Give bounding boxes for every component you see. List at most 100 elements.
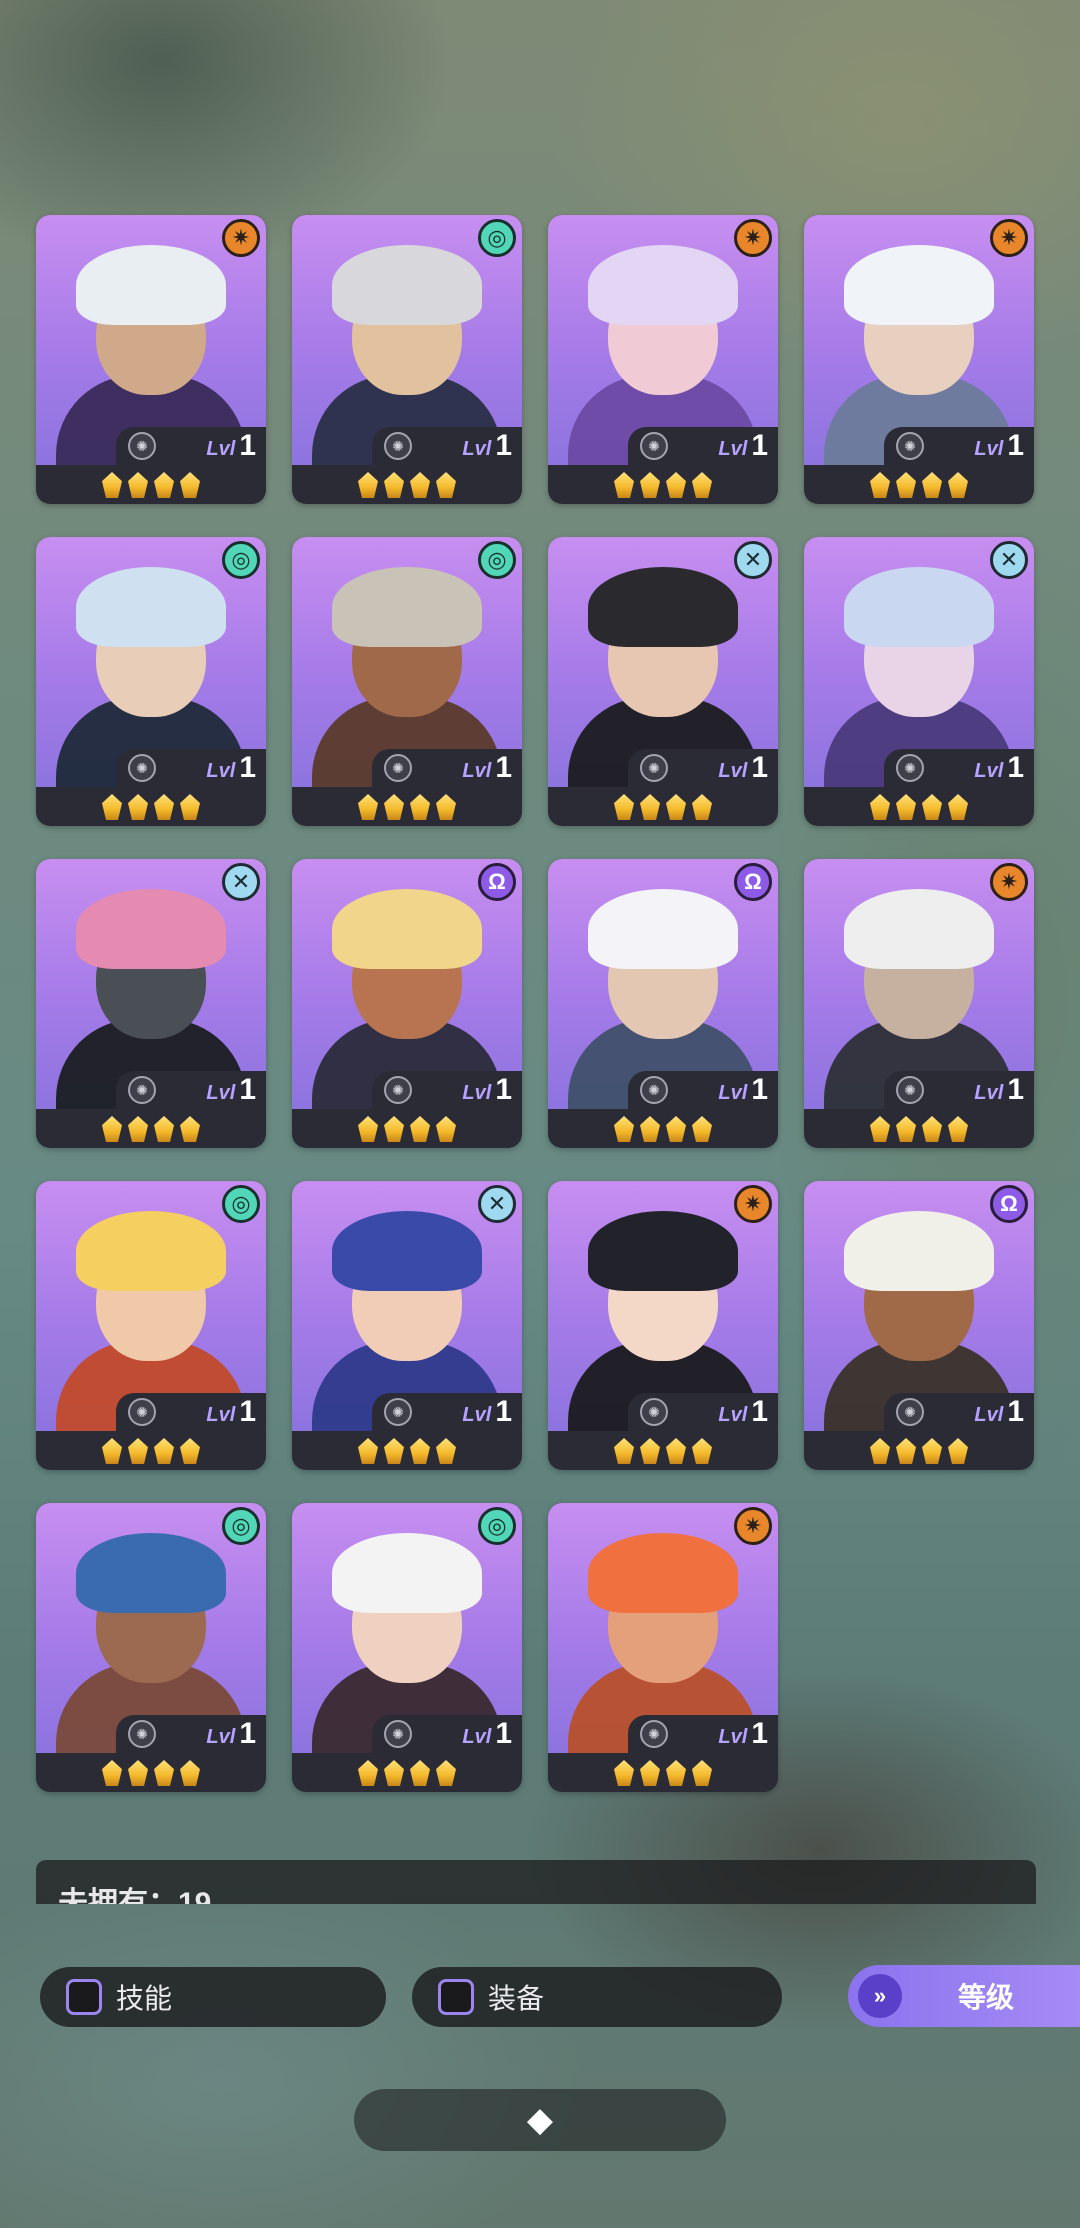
hero-card[interactable]: ✷ ✺ Lvl 1 [804,215,1034,504]
class-wheel-icon: ✺ [384,754,412,782]
hero-card[interactable]: ✕ ✺ Lvl 1 [36,859,266,1148]
star-icon [128,1438,148,1464]
star-icon [666,1760,686,1786]
star-rating [548,467,778,503]
hero-card[interactable]: ✕ ✺ Lvl 1 [804,537,1034,826]
hero-figure-hair [588,1533,738,1613]
star-icon [948,1438,968,1464]
equipment-filter-toggle[interactable]: 装备 [412,1967,782,2027]
hero-card[interactable]: ✷ ✺ Lvl 1 [548,215,778,504]
hero-level: Lvl 1 [462,1395,512,1429]
star-icon [692,472,712,498]
hero-card[interactable]: ◎ ✺ Lvl 1 [36,537,266,826]
swirl-icon: ◎ [478,541,516,579]
star-rating [548,1433,778,1469]
star-icon [154,472,174,498]
hero-card[interactable]: ✷ ✺ Lvl 1 [548,1503,778,1792]
hero-card[interactable]: ✕ ✺ Lvl 1 [548,537,778,826]
equipment-checkbox[interactable] [438,1979,474,2015]
level-prefix: Lvl [718,1726,748,1748]
level-number: 1 [751,751,768,784]
star-icon [102,1438,122,1464]
star-icon [922,1116,942,1142]
star-icon [666,472,686,498]
star-icon [640,1438,660,1464]
star-icon [410,794,430,820]
star-icon [358,794,378,820]
level-prefix: Lvl [206,1726,236,1748]
level-plate: ✺ Lvl 1 [372,1071,522,1109]
level-number: 1 [495,1395,512,1428]
hero-card[interactable]: Ω ✺ Lvl 1 [804,1181,1034,1470]
hero-card[interactable]: ◎ ✺ Lvl 1 [292,537,522,826]
hero-card[interactable]: ✷ ✺ Lvl 1 [804,859,1034,1148]
hero-card[interactable]: ✷ ✺ Lvl 1 [36,215,266,504]
hero-grid: ✷ ✺ Lvl 1 ◎ ✺ Lvl 1 ✷ ✺ Lvl 1 ✷ ✺ Lvl 1 ◎ ✺ Lvl 1 ◎ ✺ Lvl 1 ✕ ✺ Lv… [36,215,1036,1795]
swirl-icon: ◎ [222,1507,260,1545]
star-icon [102,794,122,820]
star-rating [36,789,266,825]
level-number: 1 [239,751,256,784]
hero-level: Lvl 1 [974,1395,1024,1429]
star-icon [384,1438,404,1464]
hero-figure-hair [332,1211,482,1291]
star-icon [180,1760,200,1786]
star-icon [870,472,890,498]
level-prefix: Lvl [974,1404,1004,1426]
level-prefix: Lvl [974,760,1004,782]
star-icon [410,472,430,498]
star-icon [384,1760,404,1786]
bottom-menu-pill[interactable]: ◆ [354,2089,726,2151]
cross-icon: ✕ [734,541,772,579]
omega-icon: Ω [478,863,516,901]
class-wheel-icon: ✺ [896,1076,924,1104]
diamond-cluster-icon: ◆ [526,2101,554,2139]
hero-card[interactable]: ✷ ✺ Lvl 1 [548,1181,778,1470]
hero-figure-hair [76,567,226,647]
hero-card[interactable]: ◎ ✺ Lvl 1 [292,1503,522,1792]
class-wheel-icon: ✺ [896,754,924,782]
hero-level: Lvl 1 [206,1073,256,1107]
hero-figure-hair [76,889,226,969]
hero-figure-hair [332,889,482,969]
star-icon [180,794,200,820]
level-number: 1 [1007,751,1024,784]
star-icon [666,794,686,820]
sort-by-level-button[interactable]: » 等级 [848,1965,1080,2027]
star-rating [548,789,778,825]
hero-figure-hair [76,1533,226,1613]
cross-icon: ✕ [478,1185,516,1223]
star-icon [128,1116,148,1142]
hero-figure-hair [844,889,994,969]
level-prefix: Lvl [462,1726,492,1748]
skill-filter-toggle[interactable]: 技能 [40,1967,386,2027]
star-icon [410,1116,430,1142]
star-icon [896,794,916,820]
skill-checkbox[interactable] [66,1979,102,2015]
hero-card[interactable]: Ω ✺ Lvl 1 [292,859,522,1148]
hero-level: Lvl 1 [462,751,512,785]
hero-card[interactable]: ◎ ✺ Lvl 1 [36,1181,266,1470]
star-icon [180,1438,200,1464]
star-icon [128,794,148,820]
star-icon [640,1116,660,1142]
level-prefix: Lvl [206,438,236,460]
star-rating [292,789,522,825]
star-icon [692,1438,712,1464]
star-rating [548,1755,778,1791]
hero-card[interactable]: Ω ✺ Lvl 1 [548,859,778,1148]
class-wheel-icon: ✺ [384,1398,412,1426]
star-icon [948,794,968,820]
hero-card[interactable]: ✕ ✺ Lvl 1 [292,1181,522,1470]
level-plate: ✺ Lvl 1 [372,1393,522,1431]
star-icon [948,472,968,498]
hero-card[interactable]: ◎ ✺ Lvl 1 [36,1503,266,1792]
star-icon [614,1438,634,1464]
hero-card[interactable]: ◎ ✺ Lvl 1 [292,215,522,504]
level-prefix: Lvl [974,438,1004,460]
level-prefix: Lvl [462,438,492,460]
hero-figure-hair [76,245,226,325]
sun-gear-icon: ✷ [990,219,1028,257]
class-wheel-icon: ✺ [640,432,668,460]
star-icon [692,1760,712,1786]
